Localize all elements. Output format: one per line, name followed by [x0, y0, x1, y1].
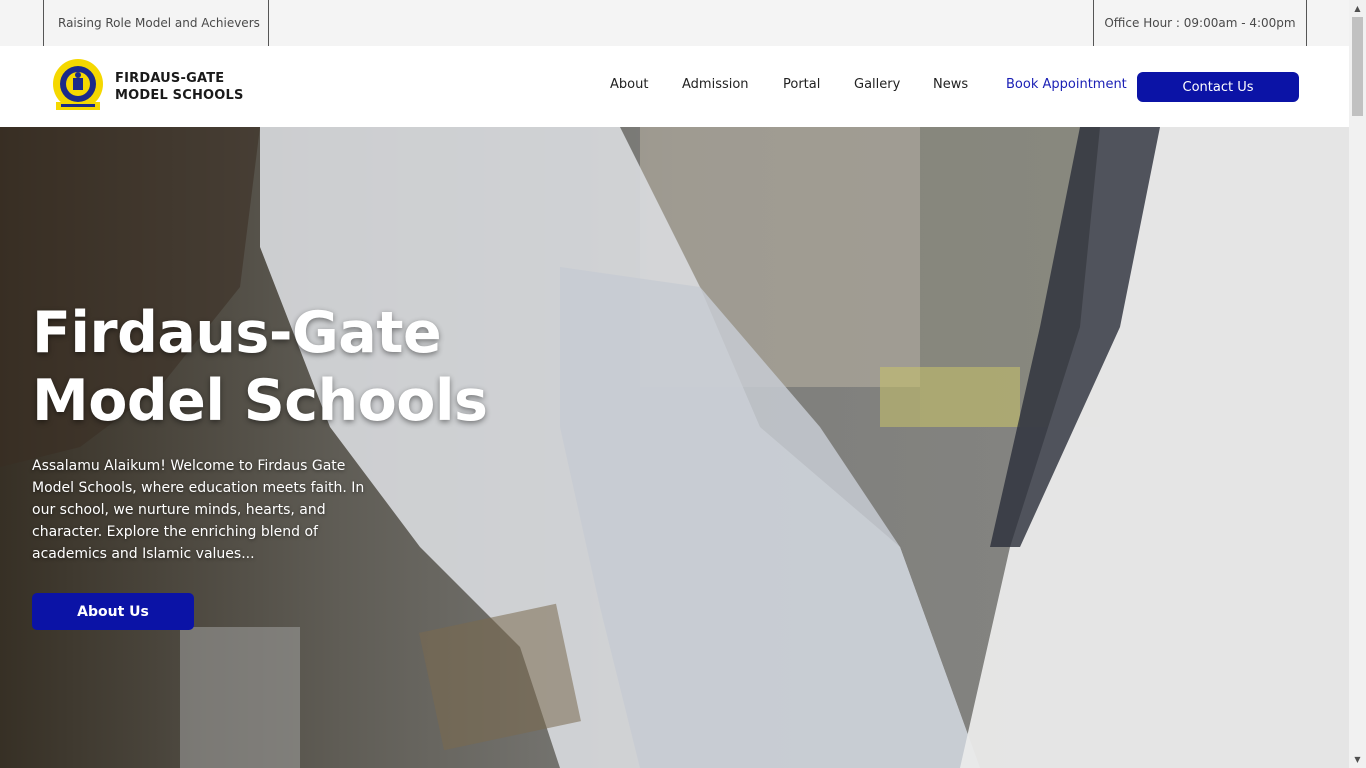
- chevron-up-icon[interactable]: ▲: [1349, 0, 1366, 17]
- book-appointment-link[interactable]: Book Appointment: [1006, 77, 1127, 92]
- nav-portal[interactable]: Portal: [783, 77, 820, 92]
- hero-intro: Assalamu Alaikum! Welcome to Firdaus Gat…: [32, 458, 365, 562]
- page: Raising Role Model and Achievers Office …: [0, 0, 1366, 768]
- contact-us-button[interactable]: Contact Us: [1137, 72, 1299, 102]
- brand-name[interactable]: FIRDAUS-GATE MODEL SCHOOLS: [115, 70, 244, 104]
- office-hours: Office Hour : 09:00am - 4:00pm: [1093, 0, 1307, 46]
- scrollbar[interactable]: ▲ ▼: [1349, 0, 1366, 768]
- nav-news[interactable]: News: [933, 77, 968, 92]
- scrollbar-thumb[interactable]: [1352, 17, 1363, 116]
- nav-admission[interactable]: Admission: [682, 77, 749, 92]
- about-us-button[interactable]: About Us: [32, 593, 194, 630]
- school-crest-icon[interactable]: [52, 58, 104, 112]
- brand-line-2: MODEL SCHOOLS: [115, 88, 244, 103]
- hero-title-line-2: Model Schools: [32, 368, 488, 434]
- hero-background-image: [0, 127, 1349, 768]
- tagline: Raising Role Model and Achievers: [43, 0, 269, 46]
- top-bar: Raising Role Model and Achievers Office …: [0, 0, 1349, 46]
- chevron-down-icon[interactable]: ▼: [1349, 751, 1366, 768]
- hero-title-line-1: Firdaus-Gate: [32, 300, 442, 366]
- nav-about[interactable]: About: [610, 77, 648, 92]
- brand-line-1: FIRDAUS-GATE: [115, 71, 225, 86]
- nav-gallery[interactable]: Gallery: [854, 77, 900, 92]
- hero-title: Firdaus-Gate Model Schools: [32, 299, 552, 435]
- site-header: FIRDAUS-GATE MODEL SCHOOLS About Admissi…: [0, 46, 1349, 127]
- hero-section: Firdaus-Gate Model Schools Assalamu Alai…: [0, 127, 1349, 768]
